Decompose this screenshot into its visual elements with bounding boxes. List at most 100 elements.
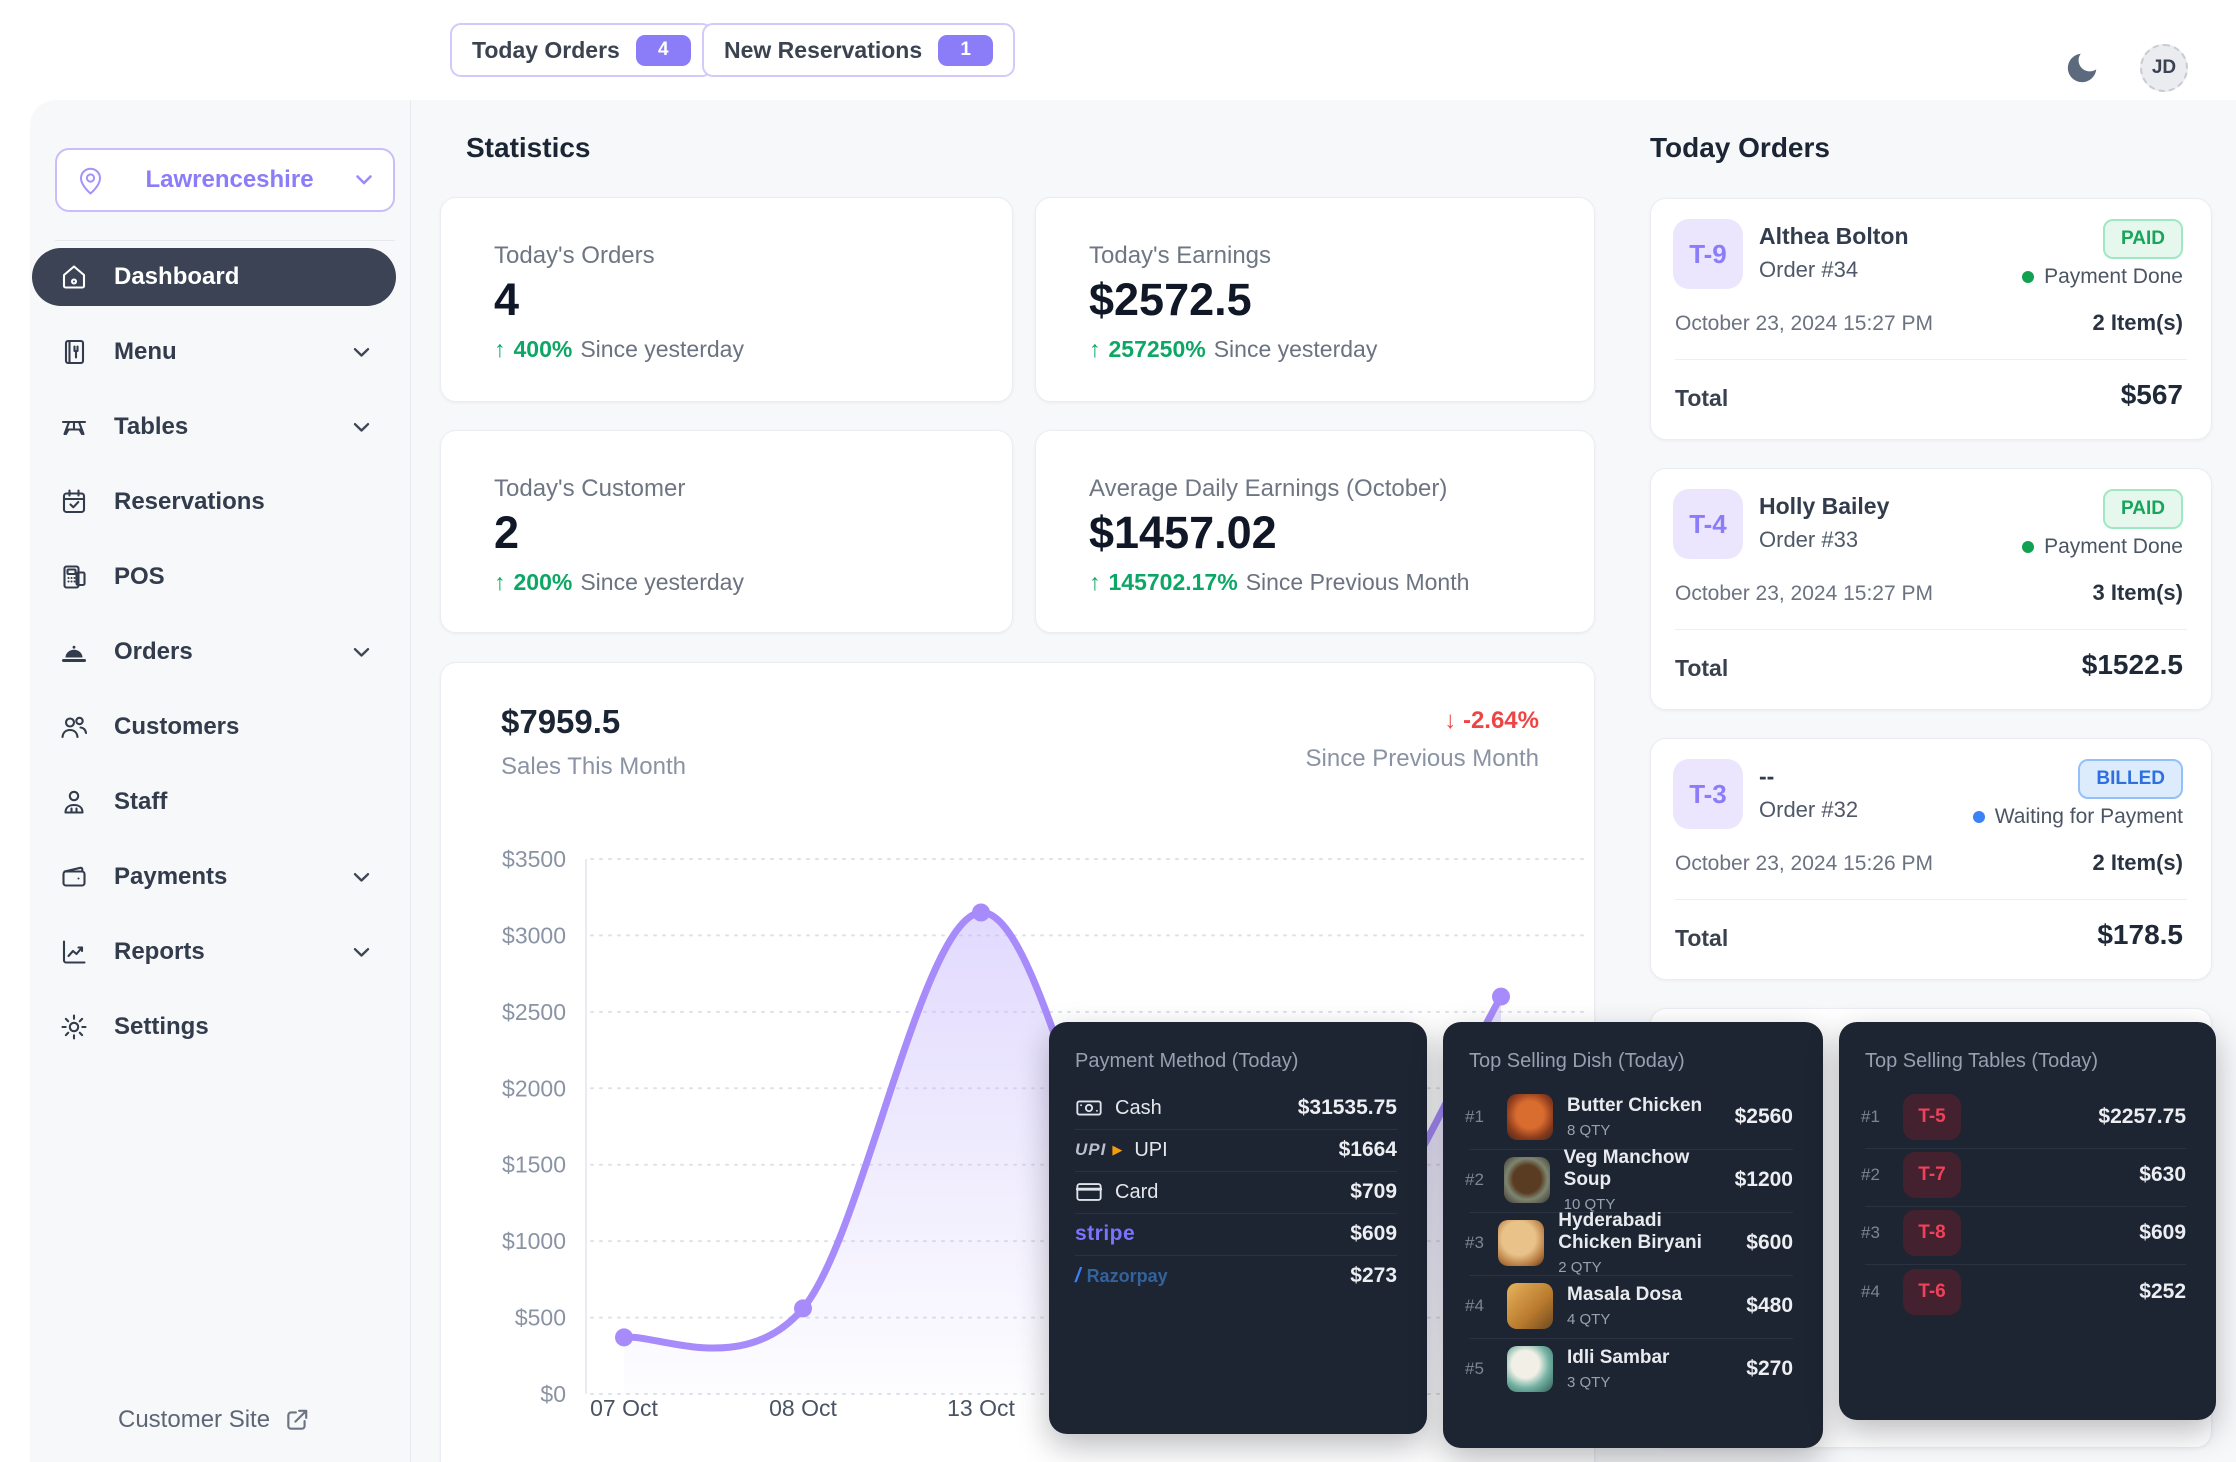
customer-site-link[interactable]: Customer Site [118, 1406, 310, 1434]
order-item-count: 2 Item(s) [2093, 310, 2183, 336]
dish-thumbnail [1498, 1220, 1544, 1266]
payment-row-cash: Cash $31535.75 [1075, 1087, 1397, 1129]
status-note: Payment Done [2044, 265, 2183, 289]
new-reservations-button[interactable]: New Reservations 1 [702, 23, 1015, 77]
menu-book-icon [58, 336, 90, 368]
sidebar-item-label: Payments [114, 863, 227, 891]
restaurant-dashboard-page: Today Orders 4 New Reservations 1 JD Law… [0, 0, 2236, 1462]
dish-amount: $480 [1746, 1294, 1793, 1318]
chevron-down-icon [353, 647, 370, 658]
status-badge: BILLED [2078, 759, 2183, 799]
top-dish-title: Top Selling Dish (Today) [1469, 1050, 1685, 1073]
dish-row: #4 Masala Dosa 4 QTY $480 [1465, 1276, 1793, 1336]
sidebar-item-label: Tables [114, 413, 188, 441]
table-badge: T-9 [1673, 219, 1743, 289]
user-avatar[interactable]: JD [2140, 44, 2188, 92]
sidebar-item-pos[interactable]: POS [32, 548, 396, 606]
sidebar-item-staff[interactable]: Staff [32, 773, 396, 831]
dish-name: Butter Chicken [1567, 1095, 1702, 1117]
svg-text:07 Oct: 07 Oct [590, 1395, 658, 1421]
top-selling-tables-panel: Top Selling Tables (Today) #1 T-5 $2257.… [1839, 1022, 2216, 1420]
sidebar-item-payments[interactable]: Payments [32, 848, 396, 906]
svg-text:$1000: $1000 [502, 1228, 566, 1254]
external-link-icon [284, 1407, 310, 1433]
sidebar-item-label: POS [114, 563, 165, 591]
stat-value: 2 [494, 507, 519, 559]
wallet-icon [58, 861, 90, 893]
sidebar-item-label: Staff [114, 788, 167, 816]
dish-thumbnail [1507, 1094, 1553, 1140]
svg-text:$1500: $1500 [502, 1152, 566, 1178]
sidebar-item-settings[interactable]: Settings [32, 998, 396, 1056]
dish-thumbnail [1507, 1283, 1553, 1329]
dish-row: #3 Hyderabadi Chicken Biryani 2 QTY $600 [1465, 1213, 1793, 1273]
stat-value: 4 [494, 274, 519, 326]
payment-method-panel: Payment Method (Today) Cash $31535.75 UP… [1049, 1022, 1427, 1434]
status-badge: PAID [2103, 489, 2183, 529]
dish-qty: 4 QTY [1567, 1311, 1682, 1328]
table-rank: #4 [1861, 1282, 1889, 1302]
top-tables-title: Top Selling Tables (Today) [1865, 1050, 2098, 1073]
dark-mode-toggle[interactable] [2058, 44, 2106, 92]
payment-amount: $31535.75 [1298, 1096, 1397, 1120]
sidebar-item-reports[interactable]: Reports [32, 923, 396, 981]
order-card[interactable]: T-3 -- Order #32 BILLED Waiting for Paym… [1650, 738, 2212, 980]
sidebar-separator [55, 240, 395, 241]
users-icon [58, 711, 90, 743]
svg-text:$2000: $2000 [502, 1075, 566, 1101]
table-amount: $2257.75 [2098, 1105, 2186, 1129]
sidebar-item-orders[interactable]: Orders [32, 623, 396, 681]
staff-icon [58, 786, 90, 818]
table-rank: #2 [1861, 1165, 1889, 1185]
sidebar-item-dashboard[interactable]: Dashboard [32, 248, 396, 306]
payment-row-card: Card $709 [1075, 1171, 1397, 1213]
status-note: Payment Done [2044, 535, 2183, 559]
dish-rank: #4 [1465, 1296, 1493, 1316]
order-customer: Althea Bolton [1759, 223, 1909, 250]
table-badge-red: T-7 [1903, 1152, 1961, 1198]
svg-text:$2500: $2500 [502, 999, 566, 1025]
order-datetime: October 23, 2024 15:27 PM [1675, 312, 1933, 336]
stat-label: Today's Orders [494, 242, 655, 270]
dish-amount: $270 [1746, 1357, 1793, 1381]
order-total-value: $1522.5 [2082, 649, 2183, 681]
stat-card-todays-orders: Today's Orders 4 ↑400%Since yesterday [440, 197, 1013, 402]
order-item-count: 2 Item(s) [2093, 850, 2183, 876]
gear-icon [58, 1011, 90, 1043]
stat-card-todays-earnings: Today's Earnings $2572.5 ↑257250%Since y… [1035, 197, 1595, 402]
sidebar-item-tables[interactable]: Tables [32, 398, 396, 456]
sidebar-item-customers[interactable]: Customers [32, 698, 396, 756]
status-dot [1973, 811, 1985, 823]
order-total-value: $178.5 [2097, 919, 2183, 951]
sidebar-item-label: Dashboard [114, 263, 239, 291]
chevron-down-icon [353, 422, 370, 433]
order-number: Order #32 [1759, 797, 1858, 823]
dish-row: #2 Veg Manchow Soup 10 QTY $1200 [1465, 1150, 1793, 1210]
sidebar-item-reservations[interactable]: Reservations [32, 473, 396, 531]
dish-qty: 3 QTY [1567, 1374, 1669, 1391]
order-card-divider [1675, 359, 2187, 360]
sidebar-item-label: Orders [114, 638, 193, 666]
stat-delta-period: Since Previous Month [1246, 569, 1470, 596]
order-number: Order #33 [1759, 527, 1858, 553]
table-badge: T-3 [1673, 759, 1743, 829]
stat-card-todays-customer: Today's Customer 2 ↑200%Since yesterday [440, 430, 1013, 633]
payment-method-label: Cash [1115, 1097, 1162, 1120]
order-card[interactable]: T-9 Althea Bolton Order #34 PAID Payment… [1650, 198, 2212, 440]
table-amount: $630 [2139, 1163, 2186, 1187]
new-reservations-count-badge: 1 [938, 35, 993, 66]
order-card[interactable]: T-4 Holly Bailey Order #33 PAID Payment … [1650, 468, 2212, 710]
stripe-logo: stripe [1075, 1222, 1135, 1246]
order-customer: Holly Bailey [1759, 493, 1889, 520]
status-badge: PAID [2103, 219, 2183, 259]
dish-amount: $600 [1746, 1231, 1793, 1255]
sidebar-item-menu[interactable]: Menu [32, 323, 396, 381]
avatar-initials: JD [2152, 57, 2176, 79]
payment-method-title: Payment Method (Today) [1075, 1050, 1298, 1073]
today-orders-heading: Today Orders [1650, 132, 1830, 164]
today-orders-button[interactable]: Today Orders 4 [450, 23, 713, 77]
svg-text:13 Oct: 13 Oct [947, 1395, 1015, 1421]
payment-row-stripe: stripe $609 [1075, 1213, 1397, 1255]
location-selector[interactable]: Lawrenceshire [55, 148, 395, 212]
table-rank: #3 [1861, 1223, 1889, 1243]
